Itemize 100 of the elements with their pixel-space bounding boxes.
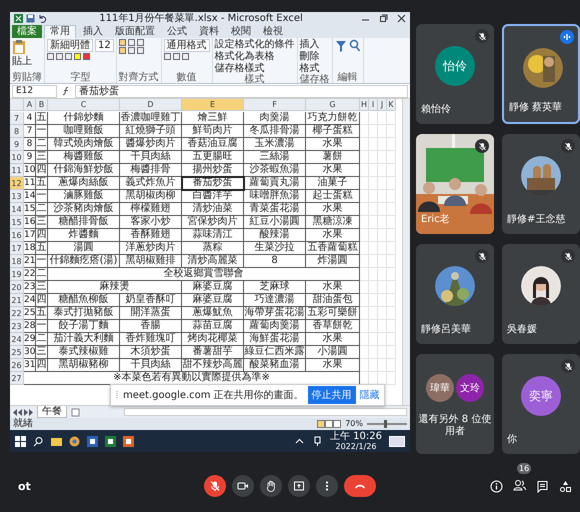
hide-link[interactable]: 隱藏 — [360, 388, 380, 402]
row-header[interactable]: 12 — [10, 177, 24, 190]
new-sheet-icon[interactable] — [71, 408, 80, 416]
row-header[interactable]: 23 — [10, 320, 24, 333]
network-icon[interactable] — [312, 436, 323, 446]
sort-filter-icon[interactable] — [334, 39, 347, 53]
column-header[interactable]: G — [306, 99, 360, 111]
ribbon-command[interactable]: 儲存格樣式 — [214, 63, 295, 74]
ribbon-tab[interactable]: 版面配置 — [110, 25, 160, 38]
row-header[interactable]: 15 — [10, 216, 24, 229]
table-cell: 泰式打拋豬飯 — [48, 307, 120, 320]
ribbon-tab[interactable]: 公式 — [162, 25, 192, 38]
search-icon[interactable] — [33, 436, 44, 446]
close-icon[interactable] — [397, 14, 406, 23]
participant-tile[interactable]: 靜修#王念慈 — [502, 134, 580, 234]
sheet-tab[interactable]: 午餐 — [37, 406, 67, 418]
column-header[interactable]: B — [36, 99, 48, 111]
ribbon-command[interactable]: 設定格式化的條件 — [214, 39, 295, 50]
folder-icon[interactable] — [51, 436, 62, 446]
more-button[interactable] — [316, 475, 338, 497]
restore-icon[interactable] — [379, 14, 388, 23]
paste-icon[interactable] — [12, 39, 26, 55]
participant-tile[interactable]: 奕寧 你 — [502, 354, 580, 454]
column-header[interactable]: C — [48, 99, 120, 111]
save-icon[interactable] — [26, 14, 35, 23]
row-header[interactable]: 14 — [10, 203, 24, 216]
info-icon[interactable] — [490, 480, 503, 492]
formula-field[interactable]: 番茄炒蛋 — [75, 84, 408, 98]
scrollbar[interactable] — [402, 99, 410, 405]
row-header[interactable]: 9 — [10, 138, 24, 151]
row-header[interactable]: 16 — [10, 229, 24, 242]
find-icon[interactable] — [348, 39, 361, 53]
ribbon-command[interactable]: 刪除 — [300, 51, 330, 62]
row-header[interactable]: 8 — [10, 125, 24, 138]
table-cell: 宮保炒肉片 — [182, 216, 244, 229]
participant-tile[interactable]: 靜修 蔡英華 — [502, 24, 580, 124]
people-icon[interactable] — [513, 478, 526, 492]
chat-icon[interactable] — [536, 480, 549, 492]
sheet-nav-icon[interactable] — [13, 408, 33, 416]
column-header[interactable]: H — [360, 99, 369, 111]
function-icon[interactable] — [61, 86, 71, 96]
spreadsheet-icon[interactable] — [105, 436, 116, 446]
name-box[interactable]: E12 — [12, 84, 57, 98]
start-icon[interactable] — [15, 436, 26, 446]
font-size-field[interactable]: 12 — [95, 39, 114, 52]
present-button[interactable] — [288, 475, 310, 497]
ribbon-tab[interactable]: 常用 — [44, 25, 76, 38]
column-header[interactable]: I — [369, 99, 378, 111]
paste-label[interactable]: 貼上 — [12, 56, 42, 67]
stop-sharing-button[interactable]: 停止共用 — [308, 386, 356, 404]
row-header[interactable]: 11 — [10, 164, 24, 177]
row-header[interactable]: 21 — [10, 294, 24, 307]
ribbon-command[interactable]: 格式化為表格 — [214, 51, 295, 62]
ribbon-tab[interactable]: 檔案 — [12, 25, 42, 38]
row-header[interactable]: 17 — [10, 242, 24, 255]
table-cell: 咖哩雞飯 — [48, 125, 120, 138]
ribbon-command[interactable]: 格式 — [300, 63, 330, 74]
row-header[interactable]: 26 — [10, 359, 24, 372]
browser-icon[interactable] — [69, 436, 80, 446]
ribbon-tab[interactable]: 插入 — [78, 25, 108, 38]
table-cell: 肉羹湯 — [244, 112, 306, 125]
row-header[interactable]: 20 — [10, 281, 24, 294]
camera-button[interactable] — [232, 475, 254, 497]
participant-tile[interactable]: 怡伶 賴怡伶 — [416, 24, 494, 124]
row-header[interactable]: 24 — [10, 333, 24, 346]
view-icons[interactable] — [317, 420, 342, 428]
font-name-field[interactable]: 新細明體 — [47, 39, 93, 52]
row-header[interactable]: 22 — [10, 307, 24, 320]
participant-tile[interactable]: 瑋華 文玲 還有另外 8 位使用者 — [416, 354, 494, 454]
ribbon-command[interactable]: 插入 — [300, 39, 330, 50]
scrollbar[interactable] — [124, 408, 407, 416]
column-header[interactable]: E — [182, 99, 244, 111]
column-header[interactable]: A — [24, 99, 36, 111]
row-header[interactable]: 7 — [10, 112, 24, 125]
ribbon-tab[interactable]: 校閱 — [226, 25, 256, 38]
microphone-button[interactable] — [204, 475, 226, 497]
document-icon[interactable] — [87, 436, 98, 446]
column-header[interactable]: K — [387, 99, 396, 111]
ribbon-tab[interactable]: 檢視 — [258, 25, 288, 38]
slides-icon[interactable] — [123, 436, 134, 446]
row-header[interactable]: 10 — [10, 151, 24, 164]
raise-hand-button[interactable] — [260, 475, 282, 497]
row-header[interactable]: 13 — [10, 190, 24, 203]
column-header[interactable]: J — [378, 99, 387, 111]
table-cell: 8 — [244, 255, 306, 268]
activities-icon[interactable] — [559, 480, 572, 492]
row-header[interactable]: 25 — [10, 346, 24, 359]
column-header[interactable]: F — [244, 99, 306, 111]
avatar: 文玲 — [456, 374, 484, 402]
row-header[interactable]: 27 — [10, 372, 24, 385]
number-format-field[interactable]: 通用格式 — [164, 39, 210, 52]
participant-tile[interactable]: 靜修呂美華 — [416, 244, 494, 344]
row-header[interactable]: 19 — [10, 268, 24, 281]
participant-tile[interactable]: 吳春媛 — [502, 244, 580, 344]
column-header[interactable]: D — [120, 99, 182, 111]
zoom-slider[interactable] — [384, 420, 386, 428]
undo-icon[interactable] — [38, 14, 47, 23]
row-header[interactable]: 18 — [10, 255, 24, 268]
ribbon-tab[interactable]: 資料 — [194, 25, 224, 38]
end-call-button[interactable] — [344, 475, 376, 497]
